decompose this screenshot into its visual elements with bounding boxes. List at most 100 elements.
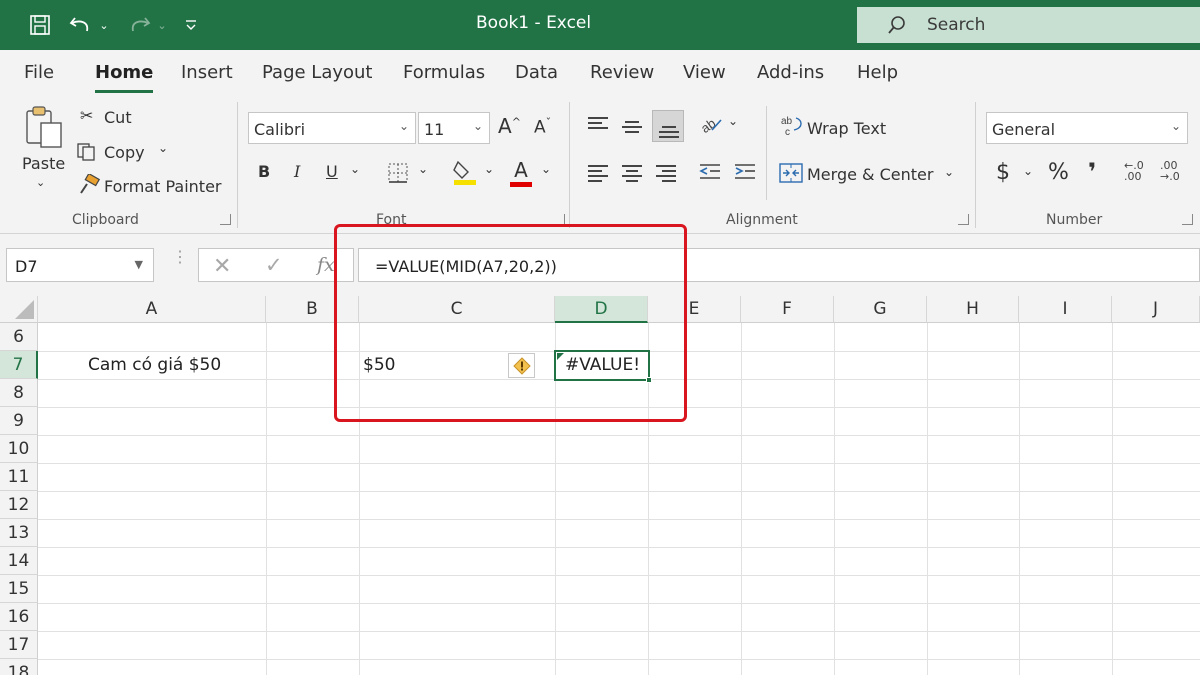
customize-qat-icon[interactable] (182, 9, 200, 41)
row-header[interactable]: 18 (0, 659, 38, 675)
italic-button[interactable]: I (294, 162, 300, 181)
font-size-select[interactable]: 11 ⌄ (418, 112, 490, 144)
warning-icon (512, 356, 531, 375)
clipboard-launcher-icon[interactable] (220, 214, 231, 225)
column-header-c[interactable]: C (359, 296, 555, 323)
formula-input[interactable]: =VALUE(MID(A7,20,2)) (358, 248, 1200, 282)
tab-insert[interactable]: Insert (181, 62, 233, 83)
tab-home[interactable]: Home (95, 62, 154, 93)
tab-page-layout[interactable]: Page Layout (262, 62, 373, 83)
row-header[interactable]: 9 (0, 407, 38, 435)
orientation-icon[interactable]: ab (698, 112, 724, 138)
insert-function-button[interactable]: fx (317, 254, 335, 276)
align-bottom-button[interactable] (652, 110, 684, 142)
redo-icon[interactable] (124, 9, 154, 41)
currency-button[interactable]: $ (996, 160, 1010, 185)
font-launcher-icon[interactable] (554, 214, 565, 225)
borders-dropdown-icon[interactable]: ⌄ (418, 162, 428, 176)
cell-d7[interactable]: #VALUE! (565, 351, 640, 379)
column-header-j[interactable]: J (1112, 296, 1200, 323)
row-header[interactable]: 12 (0, 491, 38, 519)
undo-dropdown-icon[interactable]: ⌄ (97, 9, 111, 41)
merge-center-button[interactable]: Merge & Center (807, 165, 933, 184)
tab-add-ins[interactable]: Add-ins (757, 62, 824, 83)
decrease-indent-icon[interactable] (698, 162, 722, 186)
formula-bar-grip-icon[interactable]: ⋮ (172, 250, 188, 266)
cell-a7[interactable]: Cam có giá $50 (88, 351, 221, 379)
currency-dropdown-icon[interactable]: ⌄ (1023, 164, 1033, 178)
title-bar: ⌄ ⌄ Book1 - Excel Search (0, 0, 1200, 50)
fill-color-dropdown-icon[interactable]: ⌄ (484, 162, 494, 176)
undo-icon[interactable] (66, 9, 96, 41)
enter-icon[interactable]: ✓ (265, 253, 283, 278)
align-left-icon[interactable] (588, 162, 608, 185)
align-center-icon[interactable] (622, 162, 642, 185)
row-header[interactable]: 15 (0, 575, 38, 603)
underline-button[interactable]: U (326, 162, 338, 181)
row-header[interactable]: 13 (0, 519, 38, 547)
error-warning-button[interactable] (508, 353, 535, 378)
copy-dropdown-icon[interactable]: ⌄ (158, 141, 168, 155)
align-top-icon[interactable] (588, 114, 608, 132)
column-header-f[interactable]: F (741, 296, 834, 323)
name-box[interactable]: D7 ▼ (6, 248, 154, 282)
decrease-decimal-icon[interactable]: .00 →.0 (1160, 160, 1180, 182)
underline-dropdown-icon[interactable]: ⌄ (350, 162, 360, 176)
search-box[interactable]: Search (857, 7, 1200, 43)
row-header[interactable]: 7 (0, 351, 38, 379)
bold-button[interactable]: B (258, 162, 270, 181)
percent-button[interactable]: % (1048, 160, 1069, 185)
grow-font-button[interactable]: A^ (498, 114, 521, 138)
wrap-text-button[interactable]: Wrap Text (807, 119, 886, 138)
column-header-e[interactable]: E (648, 296, 741, 323)
cell-c7[interactable]: $50 (363, 351, 395, 379)
font-color-icon[interactable]: A (510, 158, 532, 187)
tab-review[interactable]: Review (590, 62, 654, 83)
column-header-b[interactable]: B (266, 296, 359, 323)
grid-line-horizontal (38, 547, 1200, 548)
alignment-launcher-icon[interactable] (958, 214, 969, 225)
save-icon[interactable] (26, 9, 54, 41)
tab-data[interactable]: Data (515, 62, 558, 83)
copy-button[interactable]: Copy (104, 143, 145, 162)
redo-dropdown-icon[interactable]: ⌄ (155, 9, 169, 41)
column-header-g[interactable]: G (834, 296, 927, 323)
format-painter-button[interactable]: Format Painter (104, 177, 221, 196)
paste-dropdown-icon[interactable]: ⌄ (36, 176, 45, 189)
paste-icon[interactable] (22, 104, 66, 150)
font-color-dropdown-icon[interactable]: ⌄ (541, 162, 551, 176)
comma-style-button[interactable]: ❜ (1088, 158, 1096, 186)
increase-decimal-icon[interactable]: ←.0 .00 (1124, 160, 1144, 182)
font-family-select[interactable]: Calibri ⌄ (248, 112, 416, 144)
row-header[interactable]: 10 (0, 435, 38, 463)
borders-icon[interactable] (387, 162, 409, 188)
tab-formulas[interactable]: Formulas (403, 62, 485, 83)
row-header[interactable]: 17 (0, 631, 38, 659)
select-all-corner[interactable] (0, 296, 38, 323)
tab-file[interactable]: File (24, 62, 54, 83)
fill-handle[interactable] (646, 377, 652, 383)
fill-color-icon[interactable] (452, 158, 478, 190)
tab-help[interactable]: Help (857, 62, 898, 83)
row-header[interactable]: 16 (0, 603, 38, 631)
number-format-select[interactable]: General ⌄ (986, 112, 1188, 144)
paste-button[interactable]: Paste (22, 154, 65, 173)
shrink-font-button[interactable]: Aˇ (534, 116, 551, 138)
align-middle-icon[interactable] (622, 118, 642, 136)
column-header-a[interactable]: A (38, 296, 266, 323)
column-header-h[interactable]: H (927, 296, 1019, 323)
cancel-icon[interactable]: ✕ (213, 253, 231, 279)
row-header[interactable]: 14 (0, 547, 38, 575)
orientation-dropdown-icon[interactable]: ⌄ (728, 114, 738, 128)
increase-indent-icon[interactable] (733, 162, 757, 186)
tab-view[interactable]: View (683, 62, 726, 83)
align-right-icon[interactable] (656, 162, 676, 185)
merge-center-dropdown-icon[interactable]: ⌄ (944, 165, 954, 179)
row-header[interactable]: 8 (0, 379, 38, 407)
column-header-d[interactable]: D (555, 296, 648, 323)
column-header-i[interactable]: I (1019, 296, 1112, 323)
number-launcher-icon[interactable] (1182, 214, 1193, 225)
cut-button[interactable]: Cut (104, 108, 132, 127)
row-header[interactable]: 11 (0, 463, 38, 491)
row-header[interactable]: 6 (0, 323, 38, 351)
